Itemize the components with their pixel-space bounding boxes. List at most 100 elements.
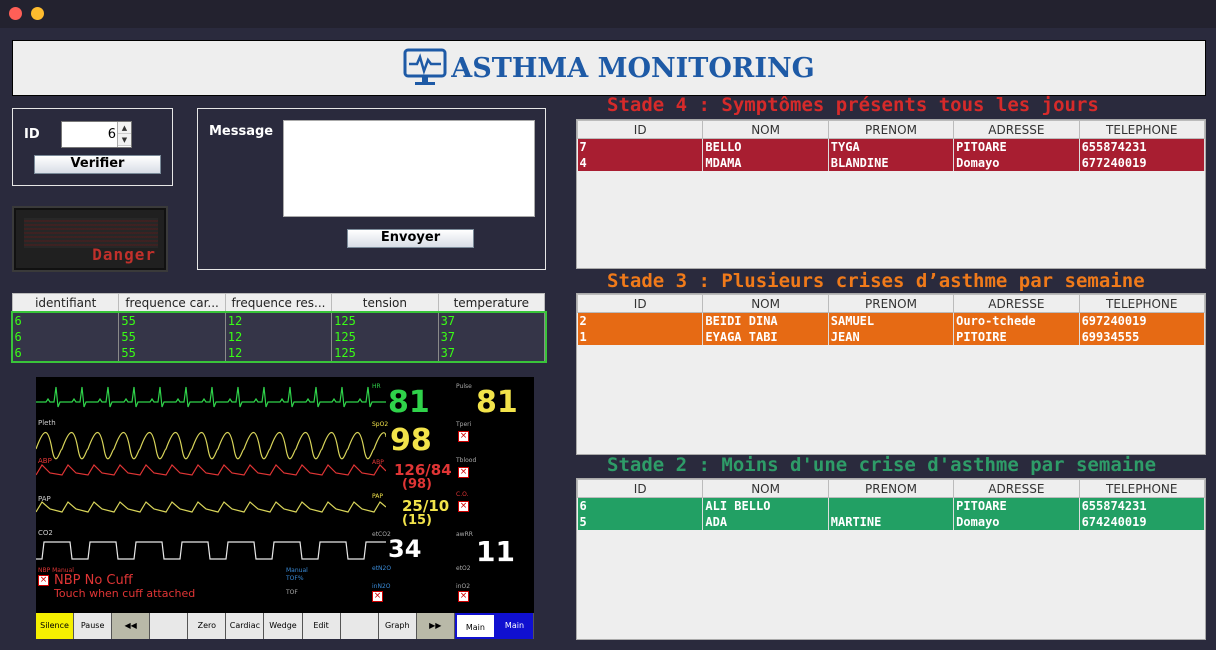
eto2-label: etO2 (456, 565, 471, 572)
stage3-table: ID NOM PRENOM ADRESSE TELEPHONE 2 BEIDI … (576, 294, 1206, 345)
wedge-button[interactable]: Wedge (264, 613, 303, 639)
message-textarea[interactable] (283, 120, 535, 217)
col-nom[interactable]: NOM (702, 479, 829, 498)
table-cell: 655874231 (1079, 138, 1206, 155)
col-nom[interactable]: NOM (702, 120, 829, 139)
measurements-header-row: identifiant frequence car... frequence r… (11, 293, 546, 313)
ino2-label: inO2 (456, 583, 471, 590)
co-x-icon: × (458, 501, 469, 512)
col-id[interactable]: ID (576, 120, 704, 139)
id-spinner-value[interactable]: 6 (108, 127, 116, 142)
table-cell: 55 (118, 344, 226, 361)
table-row[interactable]: 5 ADA MARTINE Domayo 674240019 (577, 513, 1206, 530)
pap-label: PAP (372, 493, 383, 500)
col-telephone[interactable]: TELEPHONE (1078, 294, 1206, 313)
monitor-toolbar: Silence Pause Alarms ◀◀ Zero Press Cardi… (36, 613, 534, 639)
col-prenom[interactable]: PRENOM (827, 120, 955, 139)
silence-button[interactable]: Silence (36, 613, 75, 639)
table-row[interactable]: 6 55 12 125 37 (12, 312, 546, 329)
pulse-label: Pulse (456, 383, 472, 390)
etco2-value: 34 (388, 535, 422, 563)
table-cell: 55 (118, 328, 226, 345)
message-panel: Message Envoyer (197, 108, 546, 270)
danger-lines (24, 218, 158, 248)
table-cell: ALI BELLO (702, 497, 829, 514)
awrr-value: 11 (476, 535, 515, 568)
send-button[interactable]: Envoyer (347, 229, 474, 248)
col-tension[interactable]: tension (331, 293, 439, 313)
col-frequence-respiratoire[interactable]: frequence res... (224, 293, 333, 313)
table-cell: 674240019 (1079, 513, 1206, 530)
col-temperature[interactable]: temperature (437, 293, 546, 313)
verify-button[interactable]: Verifier (34, 155, 161, 174)
cardiac-output-button[interactable]: Cardiac Output (226, 613, 265, 639)
pulse-value: 81 (476, 385, 518, 420)
edit-button[interactable]: Edit (302, 613, 341, 639)
col-adresse[interactable]: ADRESSE (953, 294, 1080, 313)
id-spinner[interactable]: 6 ▲ ▼ (61, 121, 132, 148)
graph-trends-button[interactable]: Graph Trends (378, 613, 417, 639)
main-setup-button[interactable]: Main Setup (454, 613, 496, 639)
table-cell: 12 (225, 312, 333, 329)
spinner-down-icon[interactable]: ▼ (118, 134, 131, 146)
stage4-header-row: ID NOM PRENOM ADRESSE TELEPHONE (576, 120, 1206, 139)
table-cell: PITOARE (953, 497, 1080, 514)
table-cell: 55 (118, 312, 226, 329)
hr-label: HR (372, 383, 381, 390)
stage3-table-container: ID NOM PRENOM ADRESSE TELEPHONE 2 BEIDI … (576, 293, 1206, 455)
col-prenom[interactable]: PRENOM (827, 294, 955, 313)
table-cell: 37 (438, 328, 546, 345)
col-id[interactable]: ID (576, 479, 704, 498)
spo2-value: 98 (390, 423, 432, 458)
table-cell: 125 (331, 344, 439, 361)
col-identifiant[interactable]: identifiant (11, 293, 120, 313)
table-row[interactable]: 7 BELLO TYGA PITOARE 655874231 (577, 138, 1206, 155)
table-cell: 6 (12, 312, 120, 329)
table-cell: 125 (331, 312, 439, 329)
tof-manual-label: Manual (286, 567, 308, 574)
col-frequence-cardiaque[interactable]: frequence car... (118, 293, 226, 313)
stage3-header-row: ID NOM PRENOM ADRESSE TELEPHONE (576, 294, 1206, 313)
empty-key[interactable] (340, 613, 379, 639)
zero-press-button[interactable]: Zero Press (188, 613, 227, 639)
empty-key[interactable] (150, 613, 189, 639)
tof-percent-label: TOF% (286, 575, 304, 582)
pleth-label: Pleth (38, 419, 56, 427)
col-adresse[interactable]: ADRESSE (953, 120, 1080, 139)
spinner-up-icon[interactable]: ▲ (118, 122, 131, 134)
measurements-table: identifiant frequence car... frequence r… (10, 293, 547, 363)
minimize-window-button[interactable] (31, 7, 44, 20)
tblood-x-icon: × (458, 467, 469, 478)
table-cell: 12 (225, 344, 333, 361)
ino2-x-icon: × (458, 591, 469, 602)
rewind-button[interactable]: ◀◀ (112, 613, 151, 639)
close-window-button[interactable] (9, 7, 22, 20)
table-cell: ADA (702, 513, 829, 530)
danger-indicator: Danger (12, 206, 168, 272)
app-header: ASTHMA MONITORING (12, 40, 1206, 96)
table-row[interactable]: 4 MDAMA BLANDINE Domayo 677240019 (577, 154, 1206, 171)
main-screen-button[interactable]: Main Screen (495, 613, 534, 639)
table-row[interactable]: 1 EYAGA TABI JEAN PITOIRE 69934555 (577, 328, 1206, 345)
table-row[interactable]: 6 55 12 125 37 (12, 344, 546, 361)
table-row[interactable]: 6 ALI BELLO PITOARE 655874231 (577, 497, 1206, 514)
pause-alarms-button[interactable]: Pause Alarms (74, 613, 113, 639)
message-label: Message (209, 124, 274, 139)
tperi-x-icon: × (458, 431, 469, 442)
col-adresse[interactable]: ADRESSE (953, 479, 1080, 498)
forward-button[interactable]: ▶▶ (416, 613, 455, 639)
col-telephone[interactable]: TELEPHONE (1078, 120, 1206, 139)
col-id[interactable]: ID (576, 294, 704, 313)
table-cell: BLANDINE (828, 154, 955, 171)
col-nom[interactable]: NOM (702, 294, 829, 313)
table-cell: EYAGA TABI (702, 328, 829, 345)
col-prenom[interactable]: PRENOM (827, 479, 955, 498)
app-window: ASTHMA MONITORING ID 6 ▲ ▼ Verifier Mess… (0, 28, 1216, 650)
col-telephone[interactable]: TELEPHONE (1078, 479, 1206, 498)
abp-label: ABP (372, 459, 384, 466)
window-titlebar (0, 0, 1216, 28)
table-cell: 37 (438, 312, 546, 329)
table-row[interactable]: 2 BEIDI DINA SAMUEL Ouro-tchede 69724001… (577, 312, 1206, 329)
table-row[interactable]: 6 55 12 125 37 (12, 328, 546, 345)
spinner-arrows: ▲ ▼ (117, 122, 131, 147)
